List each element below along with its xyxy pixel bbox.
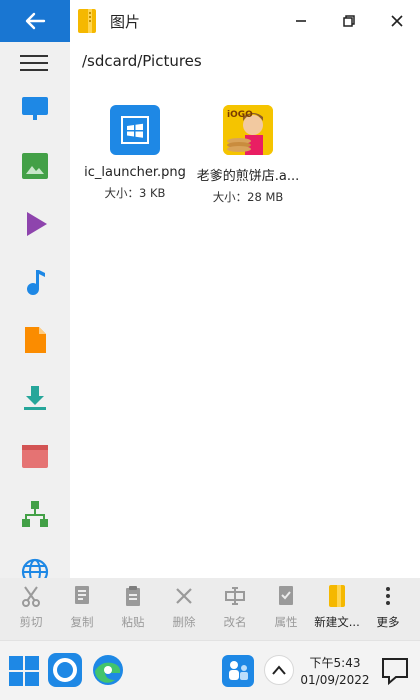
sidebar-item-documents[interactable]: [17, 322, 53, 358]
close-icon: [391, 15, 403, 27]
hamburger-menu-button[interactable]: [20, 55, 48, 73]
cut-button[interactable]: 剪切: [6, 578, 56, 640]
close-button[interactable]: [386, 10, 408, 32]
more-label: 更多: [376, 615, 400, 629]
action-toolbar: 剪切 复制 粘贴 删除 改名 属性 新建文... 更多: [0, 578, 420, 640]
rename-label: 改名: [223, 615, 247, 629]
clipboard-icon: [126, 586, 140, 606]
sidebar-item-music[interactable]: [17, 264, 53, 300]
new-folder-button[interactable]: 新建文...: [312, 578, 362, 640]
desktop-icon: [22, 97, 48, 120]
new-folder-label: 新建文...: [314, 615, 360, 629]
file-name: 老爹的煎饼店.a...: [196, 169, 300, 184]
start-button[interactable]: [6, 653, 42, 689]
sidebar-item-downloads[interactable]: [17, 380, 53, 416]
cut-label: 剪切: [19, 615, 43, 629]
clock-time: 下午5:43: [309, 656, 361, 670]
file-item[interactable]: ic_launcher.png 大小：3 KB: [75, 105, 195, 201]
copy-label: 复制: [70, 615, 94, 629]
maximize-button[interactable]: [338, 10, 360, 32]
paste-label: 粘贴: [121, 615, 145, 629]
more-vertical-icon: [386, 587, 390, 605]
file-item[interactable]: iOGO 老爹的煎饼店.a... 大小：28 MB: [188, 105, 308, 205]
tray-expand-button[interactable]: [264, 655, 294, 685]
network-icon: [22, 501, 48, 527]
edge-browser-icon: [93, 655, 123, 685]
sidebar-item-network[interactable]: [17, 496, 53, 532]
folder-zip-icon: [78, 9, 96, 33]
notification-icon: [382, 658, 408, 686]
window-title: 图片: [110, 13, 141, 31]
scissors-icon: [22, 586, 40, 607]
sidebar: [0, 42, 70, 578]
download-icon: [24, 386, 46, 410]
minimize-button[interactable]: [290, 10, 312, 32]
sidebar-item-videos[interactable]: [17, 206, 53, 242]
sidebar-item-desktop[interactable]: [17, 90, 53, 126]
play-icon: [27, 212, 47, 236]
music-icon: [27, 270, 45, 295]
people-icon: [222, 655, 254, 687]
title-bar: 图片: [0, 0, 420, 42]
people-app-button[interactable]: [220, 653, 256, 689]
minimize-icon: [296, 20, 306, 22]
notification-button[interactable]: [378, 653, 412, 689]
svg-text:iOGO: iOGO: [227, 110, 253, 120]
windows-logo-icon: [9, 656, 39, 686]
more-button[interactable]: 更多: [363, 578, 413, 640]
document-icon: [25, 327, 46, 353]
delete-label: 删除: [172, 615, 196, 629]
close-icon: [176, 588, 192, 604]
info-checklist-icon: [279, 586, 293, 605]
paste-button[interactable]: 粘贴: [108, 578, 158, 640]
sidebar-item-web[interactable]: [17, 554, 53, 578]
system-clock[interactable]: 下午5:43 01/09/2022: [296, 655, 374, 689]
edge-browser-button[interactable]: [89, 651, 127, 689]
windows-app-icon: [110, 105, 160, 155]
restore-icon: [343, 15, 355, 27]
file-size: 大小：28 MB: [212, 190, 284, 204]
rename-button[interactable]: 改名: [210, 578, 260, 640]
clock-date: 01/09/2022: [300, 673, 370, 687]
properties-label: 属性: [274, 615, 298, 629]
properties-button[interactable]: 属性: [261, 578, 311, 640]
image-icon: [22, 153, 48, 179]
file-size: 大小：3 KB: [104, 186, 166, 200]
search-app-button[interactable]: [46, 651, 84, 689]
globe-icon: [21, 558, 49, 578]
folder-icon: [329, 585, 345, 607]
circle-app-icon: [48, 653, 82, 687]
path-breadcrumb[interactable]: /sdcard/Pictures: [82, 52, 202, 70]
pancake-app-icon: iOGO: [223, 105, 273, 155]
app-window-icon: [22, 445, 48, 468]
rename-icon: [225, 587, 245, 605]
copy-button[interactable]: 复制: [57, 578, 107, 640]
back-button[interactable]: [0, 0, 70, 42]
taskbar: 下午5:43 01/09/2022: [0, 640, 420, 700]
copy-icon: [75, 586, 89, 604]
sidebar-item-pictures[interactable]: [17, 148, 53, 184]
arrow-left-icon: [25, 12, 46, 30]
sidebar-item-apps[interactable]: [17, 438, 53, 474]
file-name: ic_launcher.png: [84, 165, 186, 180]
chevron-up-icon: [272, 665, 286, 675]
delete-button[interactable]: 删除: [159, 578, 209, 640]
